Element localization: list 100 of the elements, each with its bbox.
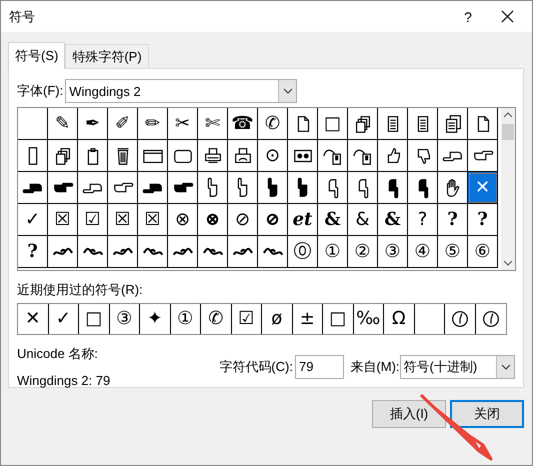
symbol-cell[interactable] <box>48 140 78 172</box>
symbol-cell[interactable] <box>348 172 378 204</box>
symbol-cell[interactable] <box>18 172 48 204</box>
symbol-cell[interactable] <box>18 140 48 172</box>
symbol-cell[interactable] <box>258 236 288 268</box>
scrollbar[interactable] <box>501 108 515 270</box>
close-icon[interactable] <box>501 10 514 23</box>
symbol-cell[interactable]: ② <box>348 236 378 268</box>
symbol-cell[interactable] <box>408 172 438 204</box>
symbol-cell[interactable] <box>378 172 408 204</box>
symbol-cell[interactable] <box>258 172 288 204</box>
symbol-cell[interactable]: & <box>378 204 408 236</box>
recent-symbol-cell[interactable]: ± <box>292 304 323 334</box>
symbol-cell[interactable]: & <box>348 204 378 236</box>
symbol-cell[interactable] <box>228 140 258 172</box>
symbol-cell[interactable] <box>78 172 108 204</box>
symbol-cell[interactable]: ⊘ <box>258 204 288 236</box>
scrollbar-thumb[interactable] <box>502 124 514 140</box>
symbol-cell[interactable] <box>408 108 438 140</box>
symbol-cell[interactable]: et <box>288 204 318 236</box>
symbol-cell[interactable] <box>108 172 138 204</box>
symbol-cell[interactable] <box>138 236 168 268</box>
symbol-cell[interactable] <box>78 140 108 172</box>
recent-symbol-cell[interactable]: ✦ <box>140 304 170 334</box>
symbol-cell[interactable]: ☒ <box>48 204 78 236</box>
symbol-cell[interactable]: ✓ <box>18 204 48 236</box>
symbol-cell[interactable] <box>168 172 198 204</box>
recent-symbol-cell[interactable]: □ <box>323 304 354 334</box>
recent-symbol-cell[interactable]: ø <box>262 304 292 334</box>
symbol-cell[interactable] <box>198 172 228 204</box>
symbol-cell[interactable] <box>228 172 258 204</box>
chevron-up-icon[interactable] <box>503 112 514 118</box>
recent-symbol-cell[interactable]: ✓ <box>48 304 79 334</box>
from-dropdown[interactable]: 符号(十进制) <box>400 354 515 378</box>
symbol-cell[interactable] <box>348 140 378 172</box>
tab[interactable]: 符号(S) <box>8 42 66 69</box>
symbol-cell[interactable]: ✏ <box>138 108 168 140</box>
dialog-button[interactable]: 关闭 <box>450 400 524 428</box>
symbol-cell[interactable]: ? <box>468 204 498 236</box>
symbol-cell[interactable] <box>348 108 378 140</box>
symbol-cell[interactable]: & <box>318 204 348 236</box>
symbol-cell[interactable]: ☑ <box>78 204 108 236</box>
symbol-cell[interactable] <box>438 172 468 204</box>
symbol-cell[interactable] <box>198 236 228 268</box>
symbol-cell[interactable] <box>378 140 408 172</box>
symbol-cell[interactable]: ⑤ <box>438 236 468 268</box>
symbol-cell[interactable] <box>378 108 408 140</box>
symbol-cell[interactable]: ✎ <box>48 108 78 140</box>
symbol-cell[interactable]: ? <box>438 204 468 236</box>
chevron-down-icon[interactable] <box>503 260 514 266</box>
tab[interactable]: 特殊字符(P) <box>65 44 149 68</box>
symbol-cell[interactable]: ✄ <box>198 108 228 140</box>
symbol-cell[interactable]: ✕ <box>468 172 498 204</box>
symbol-cell[interactable] <box>138 172 168 204</box>
recent-symbol-cell[interactable]: ③ <box>110 304 140 334</box>
symbol-cell[interactable]: ? <box>408 204 438 236</box>
recent-symbol-cell[interactable]: ☑ <box>232 304 262 334</box>
recent-symbol-cell[interactable]: ‰ <box>354 304 384 334</box>
symbol-cell[interactable] <box>198 140 228 172</box>
recent-symbol-cell[interactable]: ✆ <box>201 304 232 334</box>
symbol-cell[interactable]: ✐ <box>108 108 138 140</box>
symbol-cell[interactable] <box>468 108 498 140</box>
symbol-cell[interactable]: □ <box>318 108 348 140</box>
help-button[interactable]: ? <box>445 1 491 32</box>
recent-symbol-cell[interactable]: ① <box>170 304 201 334</box>
symbol-cell[interactable] <box>288 172 318 204</box>
symbol-cell[interactable] <box>48 172 78 204</box>
symbol-cell[interactable] <box>438 108 468 140</box>
recent-symbol-cell[interactable]: ✕ <box>18 304 48 334</box>
symbol-cell[interactable]: ⓪ <box>288 236 318 268</box>
symbol-cell[interactable]: ✂ <box>168 108 198 140</box>
symbol-cell[interactable]: ⊙ <box>258 140 288 172</box>
symbol-cell[interactable]: ⊘ <box>228 204 258 236</box>
symbol-cell[interactable] <box>108 236 138 268</box>
symbol-cell[interactable] <box>138 140 168 172</box>
symbol-cell[interactable] <box>228 236 258 268</box>
symbol-cell[interactable] <box>318 140 348 172</box>
symbol-cell[interactable]: ③ <box>378 236 408 268</box>
symbol-cell[interactable]: ☒ <box>138 204 168 236</box>
dialog-button[interactable]: 插入(I) <box>372 400 446 428</box>
font-dropdown[interactable]: Wingdings 2 <box>65 79 298 103</box>
symbol-cell[interactable] <box>168 140 198 172</box>
symbol-cell[interactable]: ⊗ <box>168 204 198 236</box>
symbol-cell[interactable] <box>318 172 348 204</box>
symbol-cell[interactable]: ✒ <box>78 108 108 140</box>
symbol-cell[interactable] <box>408 140 438 172</box>
character-code-field[interactable]: 79 <box>294 354 344 378</box>
symbol-cell[interactable]: ☎ <box>228 108 258 140</box>
symbol-cell[interactable] <box>18 108 48 140</box>
recent-symbol-cell[interactable]: □ <box>79 304 110 334</box>
symbol-cell[interactable] <box>288 108 318 140</box>
symbol-cell[interactable]: ✆ <box>258 108 288 140</box>
symbol-cell[interactable] <box>468 140 498 172</box>
symbol-cell[interactable]: ☒ <box>108 204 138 236</box>
recent-symbol-cell[interactable]: Ω <box>384 304 414 334</box>
symbol-cell[interactable]: ⊗ <box>198 204 228 236</box>
symbol-cell[interactable] <box>288 140 318 172</box>
symbol-cell[interactable]: ⑥ <box>468 236 498 268</box>
symbol-cell[interactable] <box>168 236 198 268</box>
symbol-cell[interactable]: ① <box>318 236 348 268</box>
